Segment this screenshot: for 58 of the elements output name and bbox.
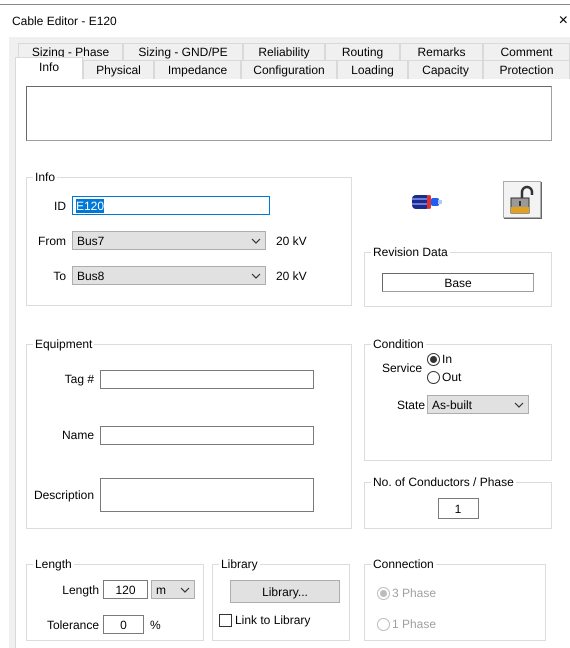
checkbox[interactable]: Link to Library [219, 613, 310, 627]
description-field[interactable] [100, 478, 314, 512]
tab[interactable]: Protection [483, 60, 570, 79]
percent-label: % [150, 618, 161, 632]
tolerance-field[interactable]: 0 [103, 615, 144, 634]
lock-button[interactable] [503, 181, 541, 218]
field-label: Tag # [64, 371, 95, 388]
tab[interactable]: Physical [83, 60, 154, 79]
tab[interactable]: Info [15, 57, 83, 79]
field-label: Tolerance [46, 618, 100, 632]
tab[interactable]: Routing [325, 43, 400, 60]
tab[interactable]: Remarks [400, 43, 483, 60]
tab[interactable]: Impedance [154, 60, 241, 79]
tab[interactable]: Configuration [241, 60, 337, 79]
field-label: From [37, 234, 67, 248]
group-label: Length [33, 557, 74, 571]
notes-field[interactable] [26, 86, 552, 141]
group-label: Condition [371, 337, 426, 351]
field-label: Length [61, 582, 100, 596]
tab[interactable]: Reliability [243, 43, 325, 60]
chevron-icon [251, 272, 261, 278]
close-button[interactable]: × [556, 12, 570, 30]
field-label: To [52, 268, 67, 282]
length-field[interactable]: 120 [103, 580, 148, 599]
voltage-label: 20 kV [276, 234, 307, 248]
radio-button[interactable]: In [427, 352, 462, 366]
chevron-icon [180, 586, 190, 592]
window-title: Cable Editor - E120 [12, 14, 117, 28]
tab[interactable]: Sizing - GND/PE [123, 43, 243, 60]
group-label: Revision Data [371, 245, 450, 259]
revision-field: Base [382, 273, 534, 292]
dropdown[interactable]: Bus8 [72, 266, 266, 285]
tab[interactable]: Loading [337, 60, 408, 79]
text-field[interactable] [100, 426, 314, 445]
group-label: Equipment [33, 337, 94, 351]
radio-button[interactable]: Out [427, 370, 462, 384]
group-label: No. of Conductors / Phase [371, 475, 516, 489]
group-label: Library [219, 557, 260, 571]
dropdown[interactable]: As-built [427, 395, 529, 414]
conductors-field[interactable]: 1 [438, 498, 478, 519]
tab[interactable]: Comment [483, 43, 570, 60]
tab[interactable]: Capacity [408, 60, 483, 79]
field-label: Description [32, 487, 95, 504]
group-label: Connection [371, 557, 436, 571]
field-label: Name [60, 427, 95, 444]
voltage-label: 20 kV [276, 268, 307, 282]
text-field[interactable] [100, 370, 314, 389]
library-button[interactable]: Library... [230, 580, 340, 603]
dropdown[interactable]: Bus7 [72, 231, 266, 250]
group-label: Info [33, 170, 58, 184]
field-label: Service [380, 361, 423, 375]
chevron-icon [251, 238, 261, 244]
field-label: ID [53, 198, 67, 212]
unit-dropdown[interactable]: m [151, 580, 195, 599]
field-label: State [396, 398, 426, 412]
cable-icon [411, 193, 443, 211]
id-field[interactable]: E120 [72, 196, 270, 215]
chevron-icon [514, 402, 524, 408]
